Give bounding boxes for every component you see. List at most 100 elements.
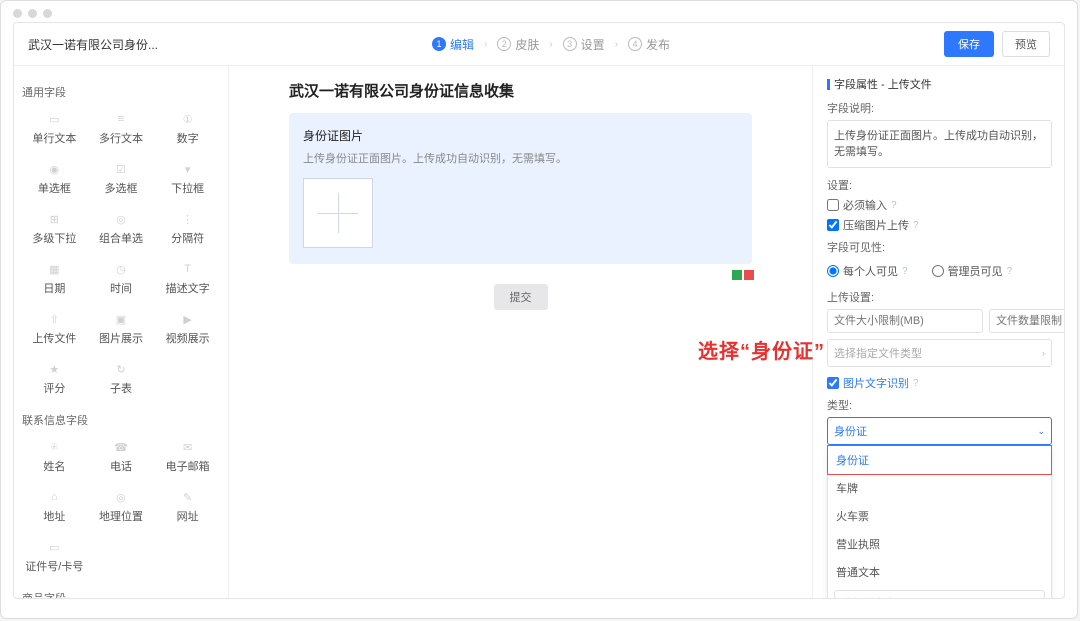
palette-item[interactable]: ◉单选框	[22, 156, 87, 204]
field-type-icon: ◷	[114, 262, 128, 276]
title-bar-dots	[1, 1, 1077, 22]
help-icon[interactable]: ?	[891, 200, 897, 211]
label-settings: 设置:	[827, 177, 1052, 193]
palette-item[interactable]: T描述文字	[155, 256, 220, 304]
help-icon[interactable]: ?	[913, 378, 919, 389]
palette-item[interactable]: ⋮分隔符	[155, 206, 220, 254]
type-option-train[interactable]: 火车票	[828, 502, 1051, 530]
chevron-right-icon: ›	[1042, 348, 1045, 358]
palette-item[interactable]: ①数字	[155, 106, 220, 154]
type-dropdown: 身份证 车牌 火车票 营业执照 普通文本 选择填充字段›	[827, 445, 1052, 598]
palette-item[interactable]: ↻子表	[89, 356, 154, 404]
type-option-plaintext[interactable]: 普通文本	[828, 558, 1051, 586]
field-type-icon: ☎	[114, 440, 128, 454]
preview-button[interactable]: 预览	[1002, 31, 1050, 57]
palette-item-label: 时间	[110, 280, 132, 296]
upload-slot[interactable]	[303, 178, 373, 248]
field-type-icon: ◉	[47, 162, 61, 176]
palette-item[interactable]: ▦日期	[22, 256, 87, 304]
palette-item-label: 地址	[43, 508, 65, 524]
type-select[interactable]: 身份证⌄	[827, 417, 1052, 445]
palette-item[interactable]: ▶视频展示	[155, 306, 220, 354]
field-properties-panel: 字段属性 - 上传文件 字段说明: 上传身份证正面图片。上传成功自动识别，无需填…	[812, 66, 1064, 598]
help-icon[interactable]: ?	[1007, 266, 1013, 277]
field-type-icon: ↻	[114, 362, 128, 376]
compress-checkbox[interactable]: 压缩图片上传?	[827, 217, 1052, 233]
field-type-icon: ★	[47, 362, 61, 376]
card-desc: 上传身份证正面图片。上传成功自动识别，无需填写。	[303, 150, 738, 166]
help-icon[interactable]: ?	[902, 266, 908, 277]
required-checkbox[interactable]: 必须输入?	[827, 197, 1052, 213]
step-settings[interactable]: 3 设置	[563, 36, 605, 53]
fill-field-select-text[interactable]: 选择填充字段›	[834, 590, 1045, 598]
step-skin[interactable]: 2 皮肤	[497, 36, 539, 53]
palette-item-label: 上传文件	[32, 330, 76, 346]
palette-item-label: 多选框	[104, 180, 137, 196]
field-desc-input[interactable]: 上传身份证正面图片。上传成功自动识别，无需填写。	[827, 120, 1052, 168]
type-option-plate[interactable]: 车牌	[828, 474, 1051, 502]
save-button[interactable]: 保存	[944, 31, 994, 57]
submit-button[interactable]: 提交	[494, 284, 548, 310]
palette-item[interactable]: ▾ 下拉框	[155, 156, 220, 204]
palette-item-label: 评分	[43, 380, 65, 396]
palette-item[interactable]: ▣ 图片展示	[89, 306, 154, 354]
visibility-everyone-radio[interactable]: 每个人可见?	[827, 263, 908, 279]
label-visibility: 字段可见性:	[827, 239, 1052, 255]
field-type-icon: ⊞	[47, 212, 61, 226]
card-title: 身份证图片	[303, 127, 738, 144]
breadcrumb[interactable]: 武汉一诺有限公司身份...	[28, 36, 158, 53]
palette-item[interactable]: ✉ 电子邮箱	[155, 434, 220, 482]
maxcount-input[interactable]	[989, 309, 1064, 333]
palette-item[interactable]: ⊞多级下拉	[22, 206, 87, 254]
palette-item-label: 下拉框	[171, 180, 204, 196]
panel-title: 字段属性 - 上传文件	[827, 76, 1052, 92]
palette-item-label: 电子邮箱	[166, 458, 210, 474]
palette-item[interactable]: ◷ 时间	[89, 256, 154, 304]
palette-item[interactable]: ▭证件号/卡号	[22, 534, 87, 582]
field-type-icon: ☑	[114, 162, 128, 176]
field-card-idphoto[interactable]: 身份证图片 上传身份证正面图片。上传成功自动识别，无需填写。	[289, 113, 752, 264]
field-type-icon: ✎	[181, 490, 195, 504]
palette-item-label: 证件号/卡号	[25, 558, 83, 574]
palette-item[interactable]: ☎电话	[89, 434, 154, 482]
palette-item[interactable]: ◎组合单选	[89, 206, 154, 254]
ocr-checkbox[interactable]: 图片文字识别?	[827, 375, 1052, 391]
type-option-idcard[interactable]: 身份证	[827, 445, 1052, 475]
field-type-icon: ⇧	[47, 312, 61, 326]
form-title[interactable]: 武汉一诺有限公司身份证信息收集	[289, 80, 752, 101]
filetype-select[interactable]: 选择指定文件类型›	[827, 339, 1052, 367]
field-type-icon: ①	[181, 112, 195, 126]
maxsize-input[interactable]	[827, 309, 983, 333]
palette-item-label: 分隔符	[171, 230, 204, 246]
palette-item[interactable]: ⇧ 上传文件	[22, 306, 87, 354]
step-edit[interactable]: 1 编辑	[432, 36, 474, 53]
card-delete-icon[interactable]	[744, 270, 754, 280]
palette-item-label: 网址	[177, 508, 199, 524]
palette-section-product: 商品字段	[22, 590, 220, 598]
palette-item[interactable]: ☑ 多选框	[89, 156, 154, 204]
field-type-icon: ▾	[181, 162, 195, 176]
palette-item[interactable]: ⌂ 地址	[22, 484, 87, 532]
palette-item-label: 单行文本	[32, 130, 76, 146]
field-type-icon: ▣	[114, 312, 128, 326]
palette-item[interactable]: ✎ 网址	[155, 484, 220, 532]
visibility-admin-radio[interactable]: 管理员可见?	[932, 263, 1013, 279]
palette-item-label: 地理位置	[99, 508, 143, 524]
palette-item-label: 描述文字	[166, 280, 210, 296]
palette-item[interactable]: ▭单行文本	[22, 106, 87, 154]
palette-item[interactable]: ⍟姓名	[22, 434, 87, 482]
palette-item[interactable]: ★ 评分	[22, 356, 87, 404]
palette-section-general: 通用字段	[22, 84, 220, 100]
card-add-icon[interactable]	[732, 270, 742, 280]
palette-item[interactable]: ≡多行文本	[89, 106, 154, 154]
help-icon[interactable]: ?	[913, 220, 919, 231]
step-publish[interactable]: 4 发布	[628, 36, 670, 53]
field-type-icon: ✉	[181, 440, 195, 454]
field-type-icon: ▶	[181, 312, 195, 326]
palette-item-label: 图片展示	[99, 330, 143, 346]
palette-item-label: 姓名	[43, 458, 65, 474]
type-option-license[interactable]: 营业执照	[828, 530, 1051, 558]
chevron-right-icon: ›	[484, 39, 487, 50]
field-type-icon: ⌂	[47, 490, 61, 504]
palette-item[interactable]: ◎地理位置	[89, 484, 154, 532]
